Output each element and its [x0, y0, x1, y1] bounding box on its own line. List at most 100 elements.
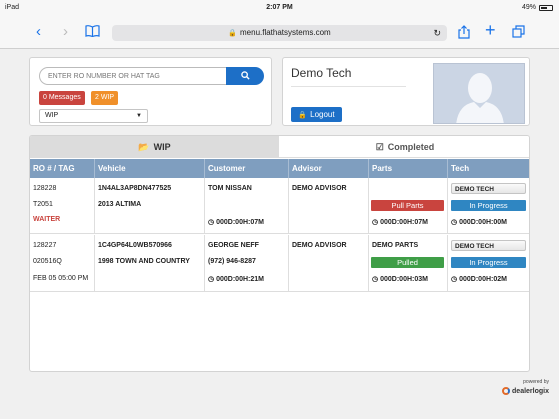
share-icon[interactable]: [458, 25, 470, 43]
ro-cell: 128227 020516Q FEB 05 05:00 PM: [30, 235, 94, 291]
clock-icon: ◷: [451, 219, 458, 226]
ro-note: FEB 05 05:00 PM: [33, 275, 89, 282]
ro-number: 128228: [33, 185, 57, 192]
tab-bar: 📂 WIP ☑ Completed: [30, 136, 529, 158]
customer-timer: ◷ 000D:00H:21M: [208, 275, 264, 283]
tech-timer-value: 000D:00H:02M: [459, 276, 507, 283]
advisor-name: DEMO ADVISOR: [292, 185, 347, 192]
browser-toolbar: ‹ › 🔒 menu.flathatsystems.com ↻ +: [0, 17, 559, 49]
tech-cell: DEMO TECH In Progress ◷ 000D:00H:00M: [447, 178, 529, 233]
vin: 1C4GP64L0WB570966: [98, 242, 172, 249]
divider: [291, 86, 406, 87]
table-row[interactable]: 128227 020516Q FEB 05 05:00 PM 1C4GP64L0…: [30, 235, 529, 292]
lock-icon: 🔒: [298, 112, 308, 119]
user-silhouette-icon: [456, 73, 504, 123]
hat-tag: 020516Q: [33, 258, 62, 265]
tech-assign-button[interactable]: DEMO TECH: [451, 183, 526, 194]
tab-wip[interactable]: 📂 WIP: [30, 136, 279, 158]
column-header[interactable]: Tech: [447, 159, 529, 178]
column-header[interactable]: Parts: [368, 159, 447, 178]
powered-by-label: powered by: [523, 379, 549, 385]
in-progress-button[interactable]: In Progress: [451, 200, 526, 211]
clock-icon: ◷: [372, 276, 379, 283]
ro-note: WAITER: [33, 216, 61, 223]
search-input[interactable]: [39, 67, 227, 85]
column-header[interactable]: Advisor: [288, 159, 368, 178]
column-header[interactable]: Vehicle: [94, 159, 204, 178]
clock-icon: ◷: [208, 219, 215, 226]
parts-timer: ◷ 000D:00H:07M: [372, 218, 428, 226]
battery-status: 49%: [522, 4, 553, 11]
customer-cell: GEORGE NEFF (972) 946-8287 ◷ 000D:00H:21M: [204, 235, 288, 291]
hat-tag: T2051: [33, 201, 53, 208]
tech-timer: ◷ 000D:00H:00M: [451, 218, 507, 226]
customer-phone: (972) 946-8287: [208, 258, 256, 265]
tech-assign-button[interactable]: DEMO TECH: [451, 240, 526, 251]
tab-wip-label: WIP: [153, 142, 171, 152]
logout-label: Logout: [310, 110, 335, 119]
battery-percent: 49%: [521, 4, 536, 11]
search-button[interactable]: [226, 67, 264, 85]
customer-timer-value: 000D:00H:07M: [216, 219, 264, 226]
tech-cell: DEMO TECH In Progress ◷ 000D:00H:02M: [447, 235, 529, 291]
tabs-icon[interactable]: [512, 25, 525, 42]
tab-completed-label: Completed: [387, 142, 435, 152]
parts-timer-value: 000D:00H:03M: [380, 276, 428, 283]
ro-number: 128227: [33, 242, 57, 249]
bookmarks-icon[interactable]: [85, 25, 100, 41]
advisor-name: DEMO ADVISOR: [292, 242, 347, 249]
in-progress-button[interactable]: In Progress: [451, 257, 526, 268]
customer-timer-value: 000D:00H:21M: [216, 276, 264, 283]
pull-parts-button[interactable]: Pull Parts: [371, 200, 444, 211]
advisor-cell: DEMO ADVISOR: [288, 235, 368, 291]
search-panel: 0 Messages 2 WIP WIP ▼: [29, 57, 272, 126]
status-filter-value: WIP: [45, 112, 59, 119]
advisor-cell: DEMO ADVISOR: [288, 178, 368, 233]
status-filter-select[interactable]: WIP ▼: [39, 109, 148, 123]
folder-open-icon: 📂: [138, 142, 150, 152]
vehicle-cell: 1N4AL3AP8DN477525 2013 ALTIMA: [94, 178, 204, 233]
messages-badge[interactable]: 0 Messages: [39, 91, 85, 105]
tab-completed[interactable]: ☑ Completed: [279, 136, 529, 158]
vehicle-name: 2013 ALTIMA: [98, 201, 142, 208]
parts-cell: DEMO PARTS Pulled ◷ 000D:00H:03M: [368, 235, 447, 291]
tech-timer: ◷ 000D:00H:02M: [451, 275, 507, 283]
footer-branding: powered by dealerlogix: [479, 379, 549, 401]
clock-time: 2:07 PM: [266, 4, 293, 11]
vehicle-cell: 1C4GP64L0WB570966 1998 TOWN AND COUNTRY: [94, 235, 204, 291]
brand-logo-icon: [502, 387, 511, 395]
customer-name: GEORGE NEFF: [208, 242, 259, 249]
pulled-button[interactable]: Pulled: [371, 257, 444, 268]
search-icon: [240, 71, 250, 80]
clock-icon: ◷: [208, 276, 215, 283]
lock-icon: 🔒: [228, 30, 237, 37]
address-bar[interactable]: 🔒 menu.flathatsystems.com ↻: [112, 25, 447, 41]
parts-timer-value: 000D:00H:07M: [380, 219, 428, 226]
logout-button[interactable]: 🔒 Logout: [291, 107, 342, 122]
customer-timer: ◷ 000D:00H:07M: [208, 218, 264, 226]
table-row[interactable]: 128228 T2051 WAITER 1N4AL3AP8DN477525 20…: [30, 178, 529, 234]
clock-icon: ◷: [451, 276, 458, 283]
reload-icon[interactable]: ↻: [433, 25, 441, 41]
vin: 1N4AL3AP8DN477525: [98, 185, 172, 192]
parts-person: DEMO PARTS: [372, 242, 419, 249]
vehicle-name: 1998 TOWN AND COUNTRY: [98, 258, 190, 265]
user-panel: Demo Tech 🔒 Logout: [282, 57, 530, 126]
tech-timer-value: 000D:00H:00M: [459, 219, 507, 226]
brand-logo: dealerlogix: [502, 387, 549, 395]
parts-cell: Pull Parts ◷ 000D:00H:07M: [368, 178, 447, 233]
back-arrow-icon[interactable]: ‹: [36, 24, 41, 40]
table-header: RO # / TAG Vehicle Customer Advisor Part…: [30, 159, 529, 178]
wip-badge[interactable]: 2 WIP: [91, 91, 119, 105]
parts-timer: ◷ 000D:00H:03M: [372, 275, 428, 283]
column-header[interactable]: Customer: [204, 159, 288, 178]
brand-name: dealerlogix: [512, 387, 549, 395]
forward-arrow-icon[interactable]: ›: [63, 24, 68, 40]
column-header[interactable]: RO # / TAG: [30, 159, 94, 178]
status-bar: iPad 2:07 PM 49%: [0, 0, 559, 17]
chevron-down-icon: ▼: [136, 113, 142, 119]
clock-icon: ◷: [372, 219, 379, 226]
avatar: [433, 63, 525, 124]
new-tab-icon[interactable]: +: [485, 21, 496, 39]
wip-panel: 📂 WIP ☑ Completed RO # / TAG Vehicle Custo…: [29, 135, 530, 372]
